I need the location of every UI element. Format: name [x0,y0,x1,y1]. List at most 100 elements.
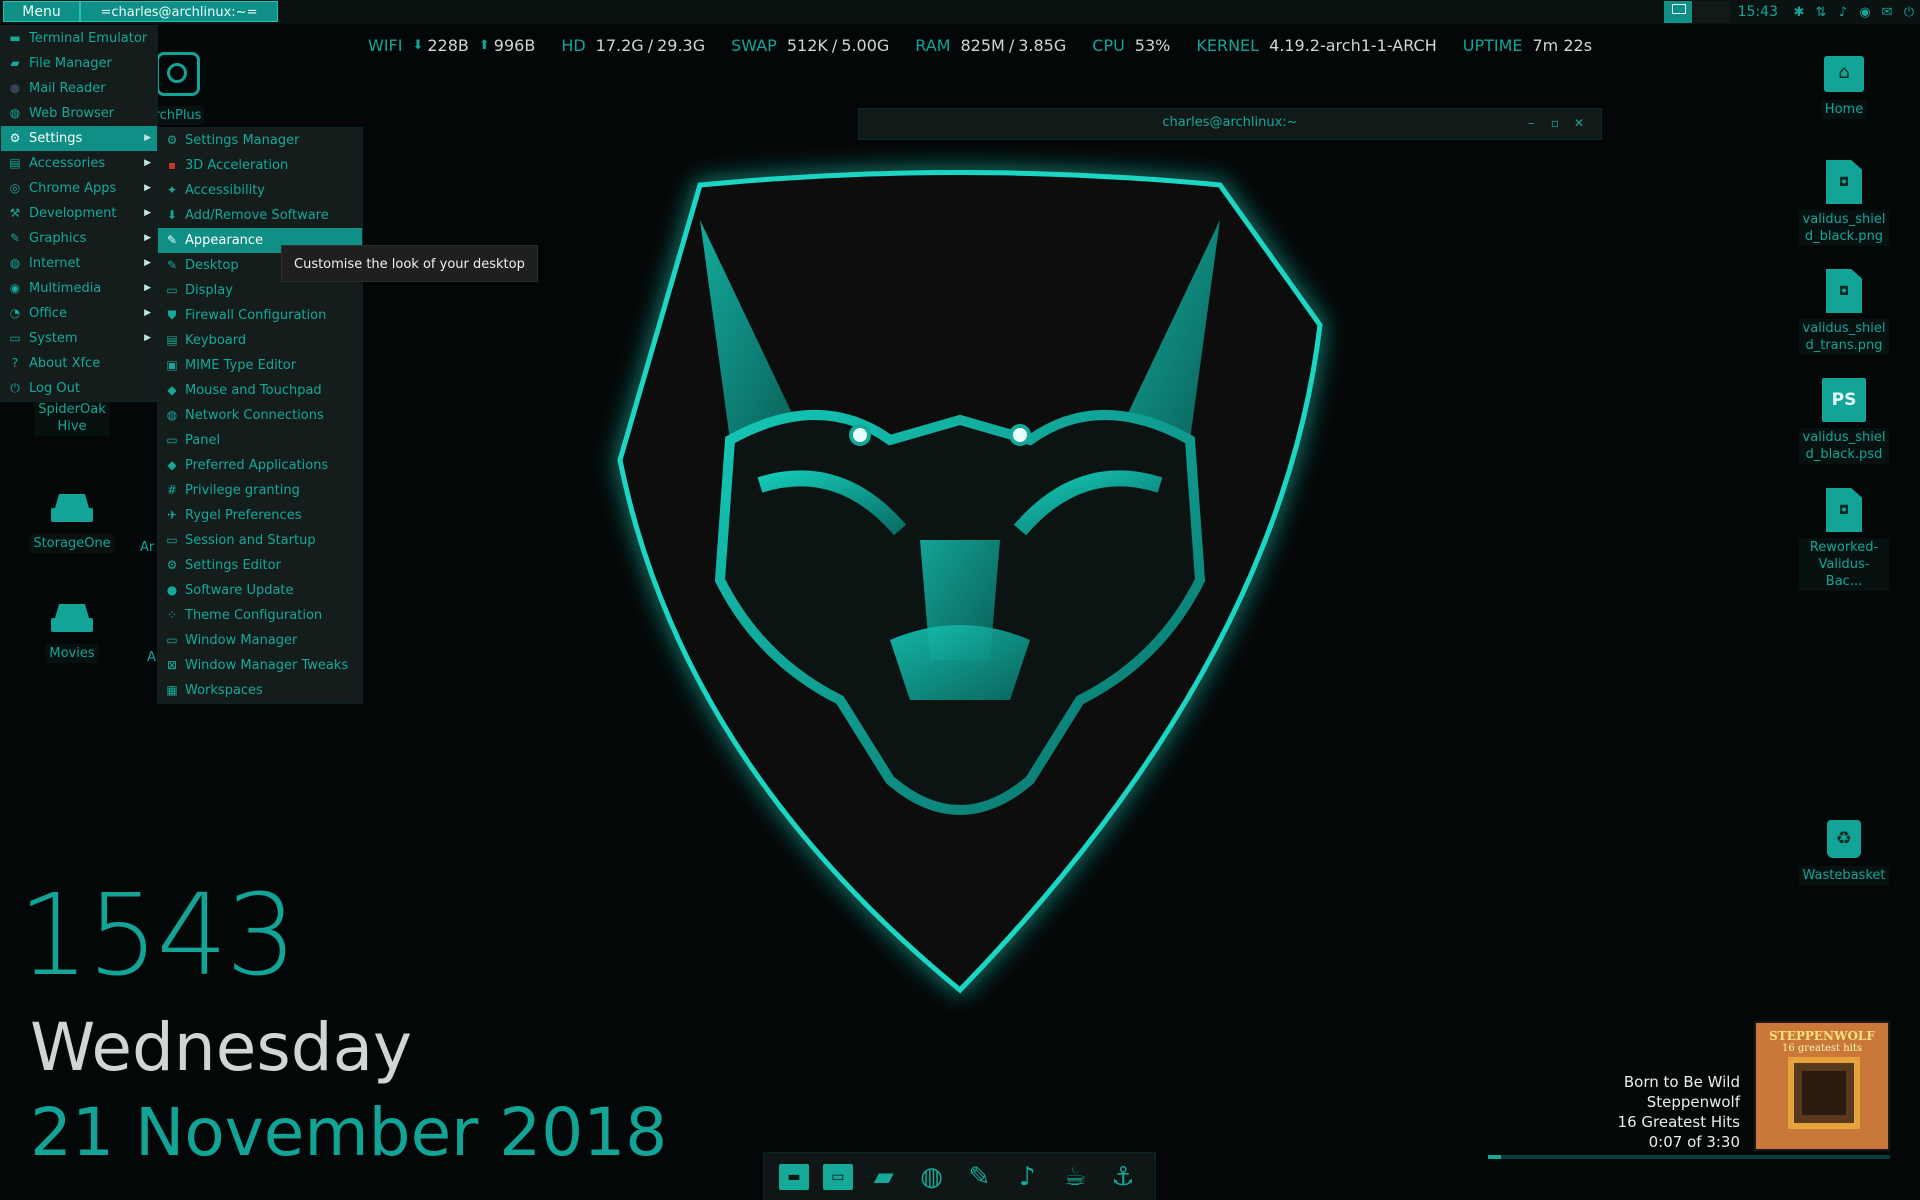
menu-item-chrome-apps[interactable]: ◎ Chrome Apps ▶ [1,176,157,201]
folder-icon[interactable]: ▰ [867,1160,901,1194]
menu-item-web-browser[interactable]: ◍ Web Browser [1,101,157,126]
workspaces-icon: ▦ [166,683,178,697]
cpu-label: CPU [1092,35,1125,55]
display-icon: ▭ [166,283,178,297]
terminal-window[interactable]: charles@archlinux:~ – ▫ ✕ [858,108,1602,140]
menu-item-log-out[interactable]: ⏻ Log Out [1,376,157,401]
submenu-item-rygel-preferences[interactable]: ✈ Rygel Preferences [158,503,362,528]
menu-item-development[interactable]: ⚒ Development ▶ [1,201,157,226]
mouse-icon: ◆ [167,383,177,397]
workspace-1-button[interactable] [1663,1,1692,23]
submenu-item-preferred-applications[interactable]: ◆ Preferred Applications [158,453,362,478]
desktop-icon-home[interactable]: ⌂ Home [1796,56,1892,119]
submenu-item-software-update[interactable]: ● Software Update [158,578,362,603]
menu-item-internet[interactable]: ◍ Internet ▶ [1,251,157,276]
terminal-icon[interactable]: ▭ [822,1163,853,1190]
submenu-arrow-icon: ▶ [144,233,151,243]
menu-item-label: Appearance [185,233,264,248]
desktop-icon-file-4[interactable]: ◘ Reworked- Validus-Bac... [1796,488,1892,591]
submenu-item-session-startup[interactable]: ▭ Session and Startup [158,528,362,553]
menu-item-graphics[interactable]: ✎ Graphics ▶ [1,226,157,251]
menu-item-settings[interactable]: ⚙ Settings ▶ [1,126,157,151]
now-playing-widget: Born to Be Wild Steppenwolf 16 Greatest … [1618,1072,1740,1152]
applications-menu-button[interactable]: Menu [3,1,80,22]
submenu-item-add-remove-software[interactable]: ⬇ Add/Remove Software [158,203,362,228]
wolf-shield-wallpaper [617,170,1323,994]
menu-item-system[interactable]: ▭ System ▶ [1,326,157,351]
text-editor-icon[interactable]: ✎ [962,1160,996,1194]
download-icon: ⬇ [166,208,178,222]
bluetooth-icon[interactable]: ✱ [1788,5,1810,20]
close-icon[interactable]: ✕ [1571,115,1587,131]
submenu-arrow-icon: ▶ [144,283,151,293]
hd-label: HD [561,35,586,55]
desktop-icon-label: StorageOne [30,534,114,553]
minimize-icon[interactable]: – [1523,115,1539,131]
panel-clock[interactable]: 15:43 [1738,4,1778,20]
submenu-item-3d-acceleration[interactable]: ▪ 3D Acceleration [158,153,362,178]
desktop-icon-partial[interactable]: A [147,650,156,665]
submenu-item-settings-manager[interactable]: ⚙ Settings Manager [158,128,362,153]
browser-icon[interactable]: ◍ [915,1160,949,1194]
track-artist: Steppenwolf [1646,1093,1740,1111]
submenu-item-window-manager-tweaks[interactable]: ⊠ Window Manager Tweaks [158,653,362,678]
submenu-item-theme-configuration[interactable]: ⁘ Theme Configuration [158,603,362,628]
maximize-icon[interactable]: ▫ [1547,115,1563,131]
submenu-item-keyboard[interactable]: ▤ Keyboard [158,328,362,353]
menu-item-label: Settings [29,131,83,146]
submenu-item-mime-type-editor[interactable]: ▣ MIME Type Editor [158,353,362,378]
internet-icon: ◍ [9,256,21,270]
globe-icon: ◍ [9,106,21,120]
home-folder-icon: ⌂ [1824,56,1864,92]
desktop-icon-wastebasket[interactable]: ♻ Wastebasket [1796,820,1892,885]
submenu-item-settings-editor[interactable]: ⚙ Settings Editor [158,553,362,578]
submenu-item-firewall[interactable]: ⛊ Firewall Configuration [158,303,362,328]
teapot-icon[interactable]: ☕ [1058,1160,1092,1194]
menu-item-multimedia[interactable]: ◉ Multimedia ▶ [1,276,157,301]
menu-item-accessories[interactable]: ▤ Accessories ▶ [1,151,157,176]
music-player-icon[interactable]: ♪ [1010,1160,1044,1194]
network-icon[interactable]: ⇅ [1810,5,1832,20]
desktop-icon-file-1[interactable]: ◘ validus_shiel d_black.png [1796,160,1892,246]
submenu-item-network-connections[interactable]: ◍ Network Connections [158,403,362,428]
workspace-2-button[interactable] [1693,1,1730,23]
separator: / [647,35,654,55]
ram-used-value: 825M [960,35,1005,55]
desktop-icon-file-3[interactable]: PS validus_shiel d_black.psd [1796,378,1892,464]
desktop-icon-movies[interactable]: Movies [24,604,120,663]
track-progress-bar[interactable] [1488,1155,1890,1159]
album-cover: STEPPENWOLF 16 greatest hits [1754,1021,1890,1151]
menu-item-about-xfce[interactable]: ? About Xfce [1,351,157,376]
menu-item-label: Desktop [185,258,239,273]
menu-item-office[interactable]: ◔ Office ▶ [1,301,157,326]
menu-item-label: Rygel Preferences [185,508,302,523]
menu-item-mail[interactable]: ● Mail Reader [1,76,157,101]
desktop-icon-storageone[interactable]: StorageOne [24,494,120,553]
track-title: Born to Be Wild [1623,1073,1740,1091]
submenu-item-accessibility[interactable]: ✦ Accessibility [158,178,362,203]
appearance-icon: ✎ [166,233,178,247]
submenu-item-panel[interactable]: ▭ Panel [158,428,362,453]
development-icon: ⚒ [9,206,21,220]
volume-icon[interactable]: ♪ [1832,5,1854,20]
menu-item-file-manager[interactable]: ▰ File Manager [1,51,157,76]
track-album: 16 Greatest Hits [1617,1113,1740,1131]
desktop-icon-file-2[interactable]: ◘ validus_shiel d_trans.png [1796,269,1892,355]
menu-item-terminal[interactable]: ▬ Terminal Emulator [1,26,157,51]
submenu-arrow-icon: ▶ [144,308,151,318]
submenu-item-privilege-granting[interactable]: # Privilege granting [158,478,362,503]
desktop-icon-partial[interactable]: Ar [140,540,154,555]
submenu-item-window-manager[interactable]: ▭ Window Manager [158,628,362,653]
desktop-icon-label: Wastebasket [1799,866,1889,885]
taskbar-terminal-button[interactable]: =charles@archlinux:~= [80,1,278,22]
globe-icon[interactable]: ◉ [1854,5,1876,20]
network-manager-icon[interactable]: ⚓ [1106,1160,1140,1194]
show-desktop-icon[interactable]: ▬ [778,1163,809,1190]
power-icon[interactable]: ⏻ [1898,5,1920,20]
photoshop-file-icon: PS [1822,378,1866,422]
system-tray: 15:43 ✱ ⇅ ♪ ◉ ✉ ⏻ [1663,0,1920,24]
desktop-icon-spideroak[interactable]: SpiderOak Hive [24,400,120,436]
submenu-item-workspaces[interactable]: ▦ Workspaces [158,678,362,703]
submenu-item-mouse-touchpad[interactable]: ◆ Mouse and Touchpad [158,378,362,403]
mail-icon[interactable]: ✉ [1876,5,1898,20]
